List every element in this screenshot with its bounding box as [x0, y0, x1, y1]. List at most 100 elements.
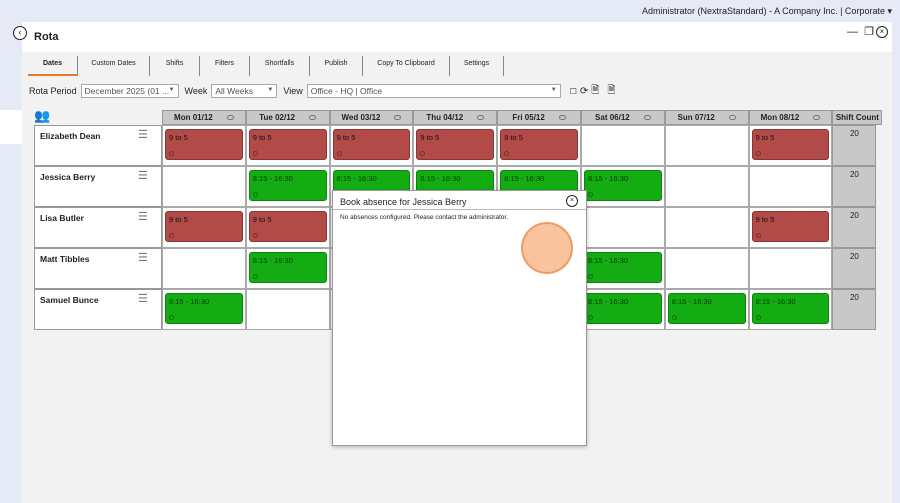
- day-header[interactable]: Sun 07/12: [664, 110, 749, 125]
- rota-cell[interactable]: 8:15 - 16:30: [581, 289, 665, 330]
- rota-cell[interactable]: 9 to 5: [245, 125, 330, 166]
- shift-block[interactable]: 8:15 - 16:30: [248, 170, 327, 201]
- back-arrow-icon[interactable]: ‹: [13, 26, 27, 40]
- shift-status-icon: [252, 192, 258, 197]
- employee-name-cell[interactable]: Matt Tibbles ☰: [34, 248, 162, 289]
- employee-name-cell[interactable]: Samuel Bunce ☰: [34, 289, 162, 330]
- rota-cell[interactable]: 9 to 5: [162, 125, 246, 166]
- rota-cell[interactable]: [245, 289, 330, 330]
- day-header[interactable]: Thu 04/12: [413, 110, 498, 125]
- rota-cell[interactable]: [748, 248, 833, 289]
- rota-cell[interactable]: 9 to 5: [162, 207, 246, 248]
- shift-block[interactable]: 8:15 - 16:30: [667, 293, 746, 324]
- tab-shifts[interactable]: Shifts: [150, 56, 200, 76]
- rota-cell[interactable]: [664, 248, 749, 289]
- user-menu[interactable]: Administrator (NextraStandard) - A Compa…: [642, 6, 892, 17]
- modal-message: No absences configured. Please contact t…: [340, 214, 509, 221]
- view-select[interactable]: Office - HQ | Office ▼: [306, 84, 561, 98]
- shift-status-icon: [588, 274, 593, 279]
- shift-block[interactable]: 8:15 - 16:30: [584, 293, 662, 324]
- tab-custom-dates[interactable]: Custom Dates: [78, 56, 150, 76]
- day-header[interactable]: Wed 03/12: [329, 110, 414, 125]
- hamburger-menu-icon[interactable]: ☰: [138, 294, 148, 305]
- rota-cell[interactable]: 8:15 - 16:30: [748, 289, 833, 330]
- shift-label: 8:15 - 16:30: [588, 256, 629, 265]
- rota-period-label: Rota Period: [29, 86, 77, 96]
- rota-cell[interactable]: 8:15 - 16:30: [664, 289, 749, 330]
- rota-cell[interactable]: [581, 125, 665, 166]
- pdf-export-icon[interactable]: 🗎: [607, 83, 615, 100]
- employee-name: Samuel Bunce: [40, 295, 99, 305]
- rota-cell[interactable]: 9 to 5: [329, 125, 414, 166]
- shift-count-cell: 20: [832, 125, 877, 166]
- employee-name-cell[interactable]: Jessica Berry ☰: [34, 166, 162, 207]
- day-header-label: Sat 06/12: [595, 113, 630, 122]
- excel-export-icon[interactable]: 🗎: [591, 83, 599, 100]
- day-header[interactable]: Tue 02/12: [245, 110, 330, 125]
- tab-publish[interactable]: Publish: [310, 56, 363, 76]
- restore-icon[interactable]: ❐: [864, 26, 874, 38]
- employee-name: Jessica Berry: [40, 172, 96, 182]
- rota-cell[interactable]: 9 to 5: [497, 125, 581, 166]
- rota-cell[interactable]: [664, 166, 749, 207]
- close-icon[interactable]: ×: [876, 26, 888, 38]
- rota-cell[interactable]: 8:15 - 16:30: [581, 248, 665, 289]
- rota-cell[interactable]: 8:15 - 16:30: [245, 248, 330, 289]
- day-header-label: Mon 08/12: [760, 113, 800, 122]
- shift-block[interactable]: 8:15 - 16:30: [584, 252, 662, 283]
- day-header[interactable]: Sat 06/12: [581, 110, 665, 125]
- rota-period-select[interactable]: December 2025 (01 ... ▼: [80, 84, 179, 98]
- people-icon[interactable]: 👥: [34, 108, 50, 124]
- rota-cell[interactable]: [581, 207, 665, 248]
- employee-name-cell[interactable]: Lisa Butler ☰: [34, 207, 162, 248]
- shift-block[interactable]: 9 to 5: [416, 129, 495, 160]
- shift-block[interactable]: 8:15 - 16:30: [751, 293, 830, 324]
- shift-block[interactable]: 8:15 - 16:30: [165, 293, 243, 324]
- shift-block[interactable]: 9 to 5: [751, 129, 830, 160]
- shift-block[interactable]: 9 to 5: [332, 129, 411, 160]
- day-header[interactable]: Mon 01/12: [162, 110, 246, 125]
- checkbox-icon[interactable]: ☐: [570, 87, 577, 96]
- hamburger-menu-icon[interactable]: ☰: [138, 130, 148, 141]
- tab-copy-to-clipboard[interactable]: Copy To Clipboard: [363, 56, 450, 76]
- shift-count-cell: 20: [832, 289, 877, 330]
- rota-cell[interactable]: [162, 166, 246, 207]
- tab-dates[interactable]: Dates: [28, 56, 78, 76]
- hamburger-menu-icon[interactable]: ☰: [138, 171, 148, 182]
- day-header-label: Mon 01/12: [174, 113, 213, 122]
- shift-block[interactable]: 9 to 5: [165, 129, 243, 160]
- tab-settings[interactable]: Settings: [450, 56, 504, 76]
- modal-close-icon[interactable]: ×: [566, 195, 578, 207]
- tab-filters[interactable]: Filters: [200, 56, 250, 76]
- minimize-icon[interactable]: —: [847, 26, 858, 38]
- shift-status-icon: [169, 151, 174, 156]
- shift-block[interactable]: 9 to 5: [248, 129, 327, 160]
- refresh-icon[interactable]: ⟳: [580, 86, 588, 97]
- shift-block[interactable]: 8:15 - 16:30: [248, 252, 327, 283]
- day-header[interactable]: Mon 08/12: [748, 110, 833, 125]
- rota-cell[interactable]: [162, 248, 246, 289]
- rota-cell[interactable]: 8:15 - 16:30: [245, 166, 330, 207]
- shift-block[interactable]: 8:15 - 16:30: [584, 170, 662, 201]
- rota-cell[interactable]: 8:15 - 16:30: [581, 166, 665, 207]
- rota-cell[interactable]: 9 to 5: [245, 207, 330, 248]
- hamburger-menu-icon[interactable]: ☰: [138, 253, 148, 264]
- shift-block[interactable]: 9 to 5: [165, 211, 243, 242]
- rota-cell[interactable]: 8:15 - 16:30: [162, 289, 246, 330]
- shift-block[interactable]: 9 to 5: [248, 211, 327, 242]
- shift-block[interactable]: 9 to 5: [751, 211, 830, 242]
- rota-cell[interactable]: [748, 166, 833, 207]
- rota-cell[interactable]: 9 to 5: [413, 125, 498, 166]
- shift-block[interactable]: 9 to 5: [500, 129, 578, 160]
- tab-shortfalls[interactable]: Shortfalls: [250, 56, 310, 76]
- hamburger-menu-icon[interactable]: ☰: [138, 212, 148, 223]
- toggle-icon: [728, 115, 736, 121]
- rota-cell[interactable]: [664, 207, 749, 248]
- rota-cell[interactable]: 9 to 5: [748, 207, 833, 248]
- rota-cell[interactable]: [664, 125, 749, 166]
- employee-name-cell[interactable]: Elizabeth Dean ☰: [34, 125, 162, 166]
- modal-title: Book absence for Jessica Berry: [340, 197, 467, 207]
- rota-cell[interactable]: 9 to 5: [748, 125, 833, 166]
- day-header[interactable]: Fri 05/12: [497, 110, 581, 125]
- week-select[interactable]: All Weeks ▼: [211, 84, 278, 98]
